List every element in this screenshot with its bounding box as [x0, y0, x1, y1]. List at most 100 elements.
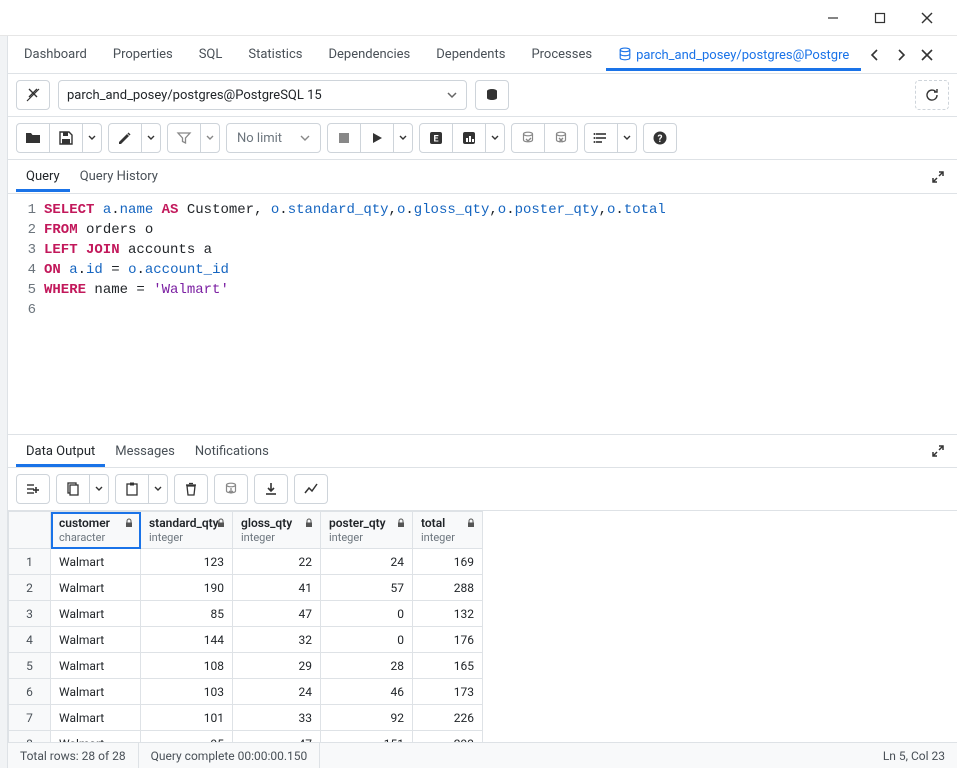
cell-standard-qty[interactable]: 144	[141, 627, 233, 653]
cell-standard-qty[interactable]: 101	[141, 705, 233, 731]
cell-total[interactable]: 165	[413, 653, 483, 679]
cell-poster-qty[interactable]: 151	[321, 731, 413, 743]
copy-button[interactable]	[56, 474, 90, 504]
table-row[interactable]: 4Walmart144320176	[9, 627, 483, 653]
cell-customer[interactable]: Walmart	[51, 679, 141, 705]
explain-analyze-button[interactable]	[452, 123, 486, 153]
column-header-standard-qty[interactable]: standard_qtyinteger	[141, 512, 233, 549]
tab-dependents[interactable]: Dependents	[424, 39, 517, 70]
connection-select[interactable]: parch_and_posey/postgres@PostgreSQL 15	[58, 80, 467, 110]
cell-total[interactable]: 173	[413, 679, 483, 705]
cell-poster-qty[interactable]: 28	[321, 653, 413, 679]
paste-button[interactable]	[115, 474, 149, 504]
open-file-button[interactable]	[16, 123, 50, 153]
graph-button[interactable]	[294, 474, 328, 504]
tab-messages[interactable]: Messages	[105, 436, 185, 467]
limit-select[interactable]: No limit	[226, 123, 321, 153]
stop-button[interactable]	[327, 123, 361, 153]
cell-customer[interactable]: Walmart	[51, 575, 141, 601]
cell-total[interactable]: 293	[413, 731, 483, 743]
tab-dashboard[interactable]: Dashboard	[12, 39, 99, 70]
macros-button[interactable]	[584, 123, 618, 153]
cell-total[interactable]: 169	[413, 549, 483, 575]
new-connection-button[interactable]	[475, 80, 509, 110]
row-number[interactable]: 2	[9, 575, 51, 601]
code-area[interactable]: SELECT a.name AS Customer, o.standard_qt…	[44, 194, 957, 434]
help-button[interactable]: ?	[643, 123, 677, 153]
sql-editor[interactable]: 1 2 3 4 5 6 SELECT a.name AS Customer, o…	[8, 194, 957, 434]
macros-dropdown[interactable]	[617, 123, 637, 153]
save-data-button[interactable]	[214, 474, 248, 504]
tabs-next-icon[interactable]	[889, 43, 913, 67]
tab-sql[interactable]: SQL	[187, 39, 235, 70]
save-dropdown[interactable]	[82, 123, 102, 153]
cell-customer[interactable]: Walmart	[51, 731, 141, 743]
row-number[interactable]: 5	[9, 653, 51, 679]
download-button[interactable]	[254, 474, 288, 504]
column-header-gloss-qty[interactable]: gloss_qtyinteger	[233, 512, 321, 549]
tabs-prev-icon[interactable]	[863, 43, 887, 67]
minimize-button[interactable]	[810, 2, 855, 34]
table-row[interactable]: 8Walmart9547151293	[9, 731, 483, 743]
edit-button[interactable]	[108, 123, 142, 153]
cell-poster-qty[interactable]: 46	[321, 679, 413, 705]
row-number-header[interactable]	[9, 512, 51, 549]
expand-editor-icon[interactable]	[927, 166, 949, 188]
tabs-close-icon[interactable]	[915, 43, 939, 67]
cell-customer[interactable]: Walmart	[51, 627, 141, 653]
cell-standard-qty[interactable]: 103	[141, 679, 233, 705]
cell-standard-qty[interactable]: 190	[141, 575, 233, 601]
save-button[interactable]	[49, 123, 83, 153]
cell-standard-qty[interactable]: 95	[141, 731, 233, 743]
cell-gloss-qty[interactable]: 24	[233, 679, 321, 705]
cell-poster-qty[interactable]: 92	[321, 705, 413, 731]
cell-total[interactable]: 288	[413, 575, 483, 601]
row-number[interactable]: 4	[9, 627, 51, 653]
explain-button[interactable]: E	[419, 123, 453, 153]
cell-total[interactable]: 132	[413, 601, 483, 627]
row-number[interactable]: 1	[9, 549, 51, 575]
cell-standard-qty[interactable]: 123	[141, 549, 233, 575]
cell-poster-qty[interactable]: 57	[321, 575, 413, 601]
add-row-button[interactable]	[16, 474, 50, 504]
cell-customer[interactable]: Walmart	[51, 601, 141, 627]
cell-customer[interactable]: Walmart	[51, 549, 141, 575]
cell-standard-qty[interactable]: 108	[141, 653, 233, 679]
connection-status-icon[interactable]	[16, 80, 50, 110]
execute-button[interactable]	[360, 123, 394, 153]
tab-query[interactable]: Query	[16, 161, 70, 192]
reset-layout-button[interactable]	[915, 80, 949, 110]
cell-customer[interactable]: Walmart	[51, 705, 141, 731]
cell-poster-qty[interactable]: 0	[321, 627, 413, 653]
table-row[interactable]: 7Walmart1013392226	[9, 705, 483, 731]
tab-processes[interactable]: Processes	[519, 39, 604, 70]
tab-notifications[interactable]: Notifications	[185, 436, 279, 467]
tab-properties[interactable]: Properties	[101, 39, 185, 70]
commit-button[interactable]	[511, 123, 545, 153]
filter-button[interactable]	[167, 123, 201, 153]
cell-gloss-qty[interactable]: 33	[233, 705, 321, 731]
cell-customer[interactable]: Walmart	[51, 653, 141, 679]
cell-total[interactable]: 176	[413, 627, 483, 653]
tab-query-history[interactable]: Query History	[70, 161, 168, 192]
table-row[interactable]: 2Walmart1904157288	[9, 575, 483, 601]
column-header-poster-qty[interactable]: poster_qtyinteger	[321, 512, 413, 549]
delete-row-button[interactable]	[174, 474, 208, 504]
tab-data-output[interactable]: Data Output	[16, 436, 105, 467]
cell-gloss-qty[interactable]: 29	[233, 653, 321, 679]
cell-gloss-qty[interactable]: 47	[233, 601, 321, 627]
row-number[interactable]: 6	[9, 679, 51, 705]
copy-dropdown[interactable]	[89, 474, 109, 504]
table-row[interactable]: 1Walmart1232224169	[9, 549, 483, 575]
table-row[interactable]: 6Walmart1032446173	[9, 679, 483, 705]
expand-output-icon[interactable]	[927, 440, 949, 462]
cell-poster-qty[interactable]: 0	[321, 601, 413, 627]
tab-dependencies[interactable]: Dependencies	[316, 39, 422, 70]
cell-gloss-qty[interactable]: 41	[233, 575, 321, 601]
close-button[interactable]	[904, 2, 949, 34]
row-number[interactable]: 8	[9, 731, 51, 743]
tab-query-tool[interactable]: parch_and_posey/postgres@Postgre	[606, 39, 861, 71]
filter-dropdown[interactable]	[200, 123, 220, 153]
rollback-button[interactable]	[544, 123, 578, 153]
cell-gloss-qty[interactable]: 47	[233, 731, 321, 743]
